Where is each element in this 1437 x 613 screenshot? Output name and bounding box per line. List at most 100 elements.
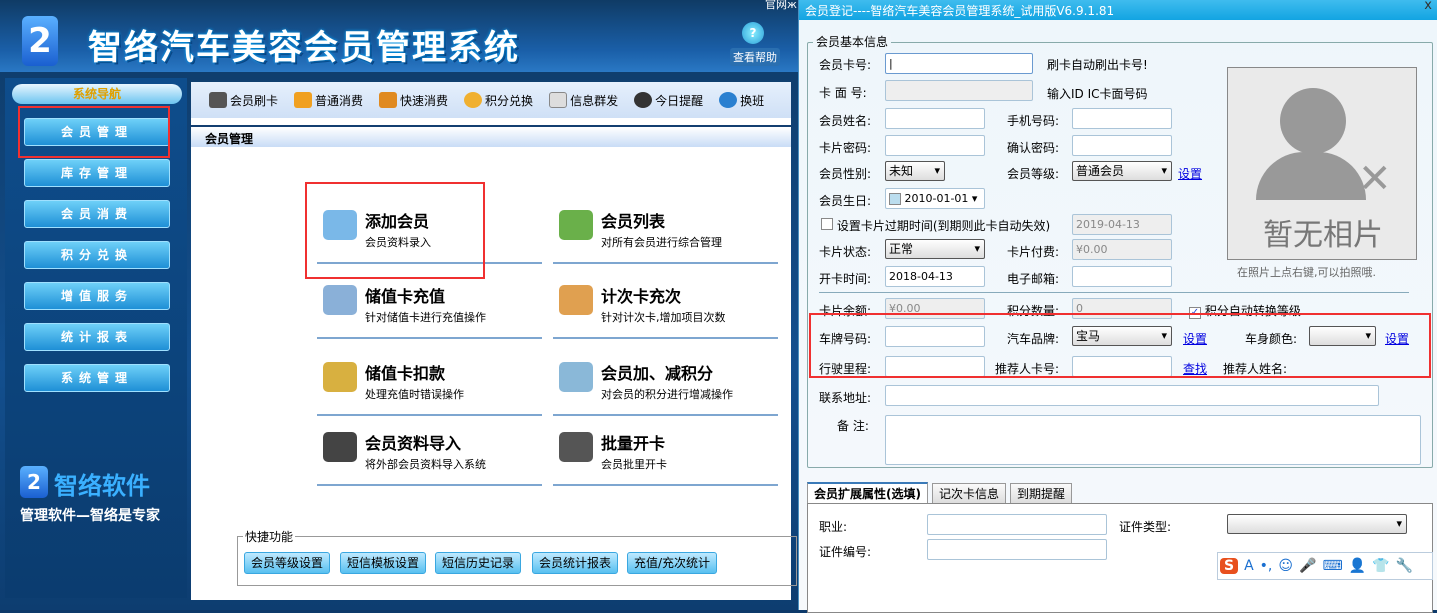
quick-sms-history[interactable]: 短信历史记录 — [435, 552, 522, 574]
nav-points-exchange[interactable]: 积分兑换 — [24, 241, 170, 269]
users-icon — [559, 210, 593, 240]
toolbar-quick-consume[interactable]: 快速消费 — [379, 92, 448, 109]
toolbar-normal-consume[interactable]: 普通消费 — [294, 92, 363, 109]
level-settings-link[interactable]: 设置 — [1178, 165, 1202, 182]
nav-member-consumption[interactable]: 会员消费 — [24, 200, 170, 228]
menu-desc: 对所有会员进行综合管理 — [601, 236, 722, 249]
menu-batch-open-card[interactable]: 批量开卡 会员批里开卡 — [553, 424, 778, 486]
tab-count-card-info[interactable]: 记次卡信息 — [932, 483, 1007, 503]
email-label: 电子邮箱: — [1007, 272, 1060, 286]
keyboard-icon[interactable]: ⌨ — [1322, 558, 1342, 574]
help-icon[interactable]: ? — [742, 22, 764, 44]
tab-expiry-reminder[interactable]: 到期提醒 — [1010, 483, 1073, 503]
menu-stored-card-recharge[interactable]: 储值卡充值 针对储值卡进行充值操作 — [317, 277, 542, 339]
expire-date-picker[interactable]: 2019-04-13 — [1072, 214, 1172, 235]
menu-title: 会员资料导入 — [365, 434, 462, 453]
quick-member-report[interactable]: 会员统计报表 — [532, 552, 619, 574]
gauge-icon — [634, 92, 653, 108]
email-input[interactable] — [1072, 266, 1172, 287]
skin-icon[interactable]: 👕 — [1372, 558, 1389, 574]
toolbar-points-exchange[interactable]: 积分兑换 — [464, 92, 533, 109]
id-type-label: 证件类型: — [1119, 520, 1172, 534]
person-body-icon — [1256, 152, 1366, 200]
calendar-checkbox[interactable] — [889, 193, 901, 205]
sidebar-title: 系统导航 — [12, 84, 182, 104]
quick-member-level-settings[interactable]: 会员等级设置 — [244, 552, 331, 574]
level-select[interactable]: 普通会员 — [1072, 161, 1172, 181]
card-reader-icon — [559, 432, 593, 462]
user-icon[interactable]: 👤 — [1349, 558, 1366, 574]
menu-import-members[interactable]: 会员资料导入 将外部会员资料导入系统 — [317, 424, 542, 486]
microphone-icon[interactable]: 🎤 — [1299, 558, 1316, 574]
confirm-password-input[interactable] — [1072, 135, 1172, 156]
expire-label: 设置卡片过期时间(到期则此卡自动失效) — [836, 219, 1051, 233]
brand-name: 智络软件 — [54, 472, 150, 500]
person-placeholder-icon — [1280, 88, 1346, 154]
main-panel: 会员刷卡 普通消费 快速消费 积分兑换 信息群发 今日提醒 换班 会员管理 添加… — [191, 82, 797, 600]
coins-icon — [323, 362, 357, 392]
quick-sms-template[interactable]: 短信模板设置 — [340, 552, 427, 574]
card-no-hint: 刷卡自动刷出卡号! — [1047, 58, 1148, 72]
note-textarea[interactable] — [885, 415, 1421, 465]
x-icon: ✕ — [1358, 156, 1392, 202]
status-select[interactable]: 正常 — [885, 239, 985, 259]
toolbar-label: 会员刷卡 — [230, 93, 279, 108]
toolbar-sms[interactable]: 信息群发 — [549, 92, 618, 109]
face-no-label: 卡 面 号: — [819, 86, 867, 100]
nav-system[interactable]: 系统管理 — [24, 364, 170, 392]
quick-recharge-stats[interactable]: 充值/充次统计 — [627, 552, 718, 574]
app-header: 2 智络汽车美容会员管理系统 官网ж ? 查看帮助 — [0, 0, 800, 72]
nav-value-added[interactable]: 增值服务 — [24, 282, 170, 310]
password-input[interactable] — [885, 135, 985, 156]
font-icon[interactable]: A — [1244, 558, 1254, 574]
sogou-icon[interactable]: S — [1220, 558, 1239, 574]
toolbar-today-reminder[interactable]: 今日提醒 — [634, 92, 703, 109]
member-photo[interactable]: ✕ 暂无相片 — [1227, 67, 1417, 260]
points-icon — [559, 362, 593, 392]
menu-adjust-points[interactable]: 会员加、减积分 对会员的积分进行增减操作 — [553, 354, 778, 416]
open-date-picker[interactable]: 2018-04-13 — [885, 266, 985, 287]
official-site-link[interactable]: 官网ж — [765, 0, 797, 12]
name-input[interactable] — [885, 108, 985, 129]
birthday-picker[interactable]: 2010-01-01 ▾ — [885, 188, 985, 209]
toolbar-card-swipe[interactable]: 会员刷卡 — [209, 92, 278, 109]
open-date-label: 开卡时间: — [819, 272, 872, 286]
menu-desc: 处理充值时错误操作 — [365, 388, 464, 401]
nav-reports[interactable]: 统计报表 — [24, 323, 170, 351]
menu-count-card-recharge[interactable]: 计次卡充次 针对计次卡,增加项目次数 — [553, 277, 778, 339]
id-type-select[interactable] — [1227, 514, 1407, 534]
import-icon — [323, 432, 357, 462]
expire-checkbox[interactable]: 设置卡片过期时间(到期则此卡自动失效) — [821, 217, 1050, 234]
highlight-box — [305, 182, 485, 279]
tab-extended-attributes[interactable]: 会员扩展属性(选填) — [807, 482, 928, 504]
toolbar: 会员刷卡 普通消费 快速消费 积分兑换 信息群发 今日提醒 换班 — [191, 82, 791, 118]
refresh-icon — [464, 92, 483, 108]
job-input[interactable] — [927, 514, 1107, 535]
punctuation-icon[interactable]: •, — [1260, 558, 1273, 574]
main-app-window: 2 智络汽车美容会员管理系统 官网ж ? 查看帮助 系统导航 会员管理 库存管理… — [0, 0, 800, 610]
level-label: 会员等级: — [1007, 167, 1060, 181]
note-label: 备 注: — [837, 419, 869, 433]
face-no-input[interactable] — [885, 80, 1033, 101]
menu-stored-card-deduct[interactable]: 储值卡扣款处理充值时错误操作 — [317, 354, 542, 416]
fee-input[interactable]: ¥0.00 — [1072, 239, 1172, 260]
wrench-icon[interactable]: 🔧 — [1396, 558, 1413, 574]
password-label: 卡片密码: — [819, 141, 872, 155]
id-no-input[interactable] — [927, 539, 1107, 560]
gender-select[interactable]: 未知 — [885, 161, 945, 181]
app-title: 智络汽车美容会员管理系统 — [88, 28, 520, 68]
menu-title: 储值卡扣款 — [365, 364, 446, 383]
toolbar-shift-change[interactable]: 换班 — [719, 92, 764, 109]
help-button[interactable]: 查看帮助 — [730, 48, 780, 66]
card-no-input[interactable]: | — [885, 53, 1033, 74]
address-input[interactable] — [885, 385, 1379, 406]
nav-inventory[interactable]: 库存管理 — [24, 159, 170, 187]
emoji-icon[interactable]: ☺ — [1278, 558, 1293, 574]
address-label: 联系地址: — [819, 391, 872, 405]
mobile-input[interactable] — [1072, 108, 1172, 129]
checkbox-icon — [821, 218, 833, 230]
menu-member-list[interactable]: 会员列表 对所有会员进行综合管理 — [553, 202, 778, 264]
close-icon[interactable]: x — [1424, 0, 1432, 13]
menu-title: 储值卡充值 — [365, 287, 446, 306]
ime-toolbar: S A •, ☺ 🎤 ⌨ 👤 👕 🔧 — [1217, 552, 1433, 580]
